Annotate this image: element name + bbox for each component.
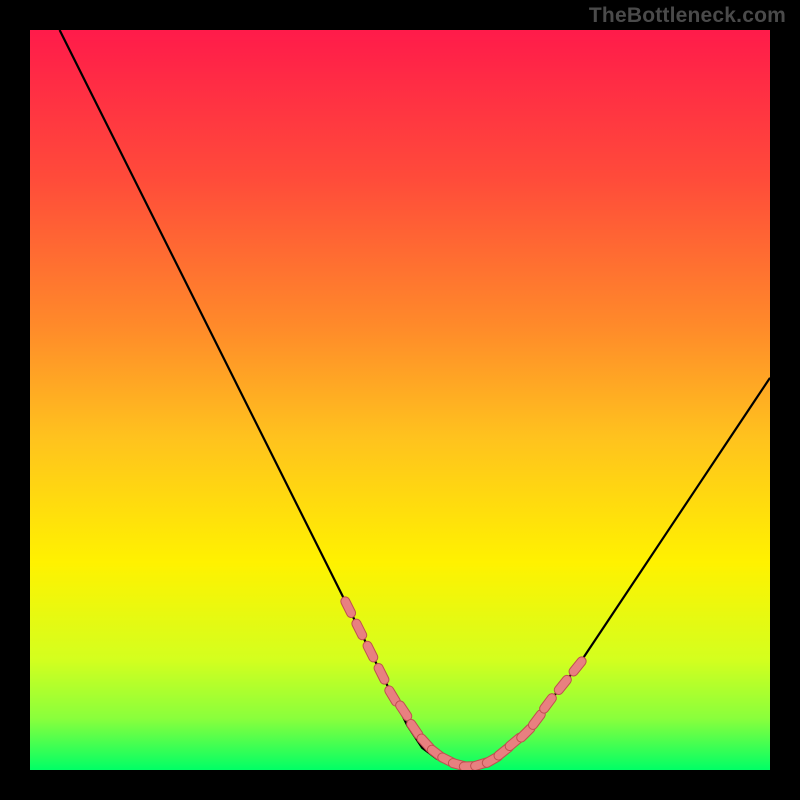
gradient-background	[30, 30, 770, 770]
chart-frame: TheBottleneck.com	[0, 0, 800, 800]
chart-svg	[30, 30, 770, 770]
plot-area	[30, 30, 770, 770]
watermark-text: TheBottleneck.com	[589, 4, 786, 28]
